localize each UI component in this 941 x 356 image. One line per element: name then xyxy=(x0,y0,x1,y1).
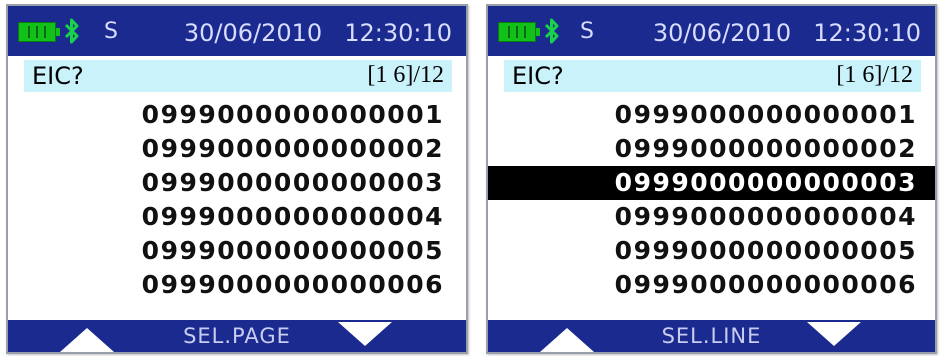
list-item[interactable]: 0999000000000001 xyxy=(488,98,935,132)
bluetooth-icon xyxy=(544,18,559,44)
battery-icon xyxy=(498,22,540,42)
status-bar: S 30/06/2010 12:30:10 xyxy=(488,6,935,56)
prompt-label: EIC? xyxy=(512,62,564,90)
status-letter: S xyxy=(104,19,118,44)
eic-list: 0999000000000001 0999000000000002 099900… xyxy=(488,98,935,302)
date: 30/06/2010 xyxy=(652,19,792,47)
time: 12:30:10 xyxy=(813,19,921,47)
device-screen-left: S 30/06/2010 12:30:10 EIC? [1 6]/12 09990… xyxy=(6,4,468,354)
page-range: [1 6]/12 xyxy=(367,62,444,88)
mode-label: SEL.PAGE xyxy=(183,324,291,348)
prompt-label: EIC? xyxy=(32,62,84,90)
list-item[interactable]: 0999000000000003 xyxy=(8,166,466,200)
list-item[interactable]: 0999000000000004 xyxy=(488,200,935,234)
status-bar: S 30/06/2010 12:30:10 xyxy=(8,6,466,56)
battery-icon xyxy=(18,22,60,42)
list-item[interactable]: 0999000000000002 xyxy=(8,132,466,166)
time: 12:30:10 xyxy=(344,19,452,47)
bluetooth-icon xyxy=(64,18,79,44)
page-range: [1 6]/12 xyxy=(836,62,913,88)
status-letter: S xyxy=(580,19,594,44)
arrow-down-icon[interactable] xyxy=(807,322,861,346)
eic-list: 0999000000000001 0999000000000002 099900… xyxy=(8,98,466,302)
list-item-selected[interactable]: 0999000000000003 xyxy=(488,166,935,200)
device-screen-right: S 30/06/2010 12:30:10 EIC? [1 6]/12 09990… xyxy=(486,4,937,354)
list-item[interactable]: 0999000000000005 xyxy=(8,234,466,268)
list-item[interactable]: 0999000000000005 xyxy=(488,234,935,268)
prompt-row: EIC? [1 6]/12 xyxy=(24,60,452,92)
prompt-row: EIC? [1 6]/12 xyxy=(504,60,921,92)
list-item[interactable]: 0999000000000006 xyxy=(488,268,935,302)
date: 30/06/2010 xyxy=(183,19,323,47)
datetime: 30/06/2010 12:30:10 xyxy=(653,19,921,47)
datetime: 30/06/2010 12:30:10 xyxy=(184,19,452,47)
list-item[interactable]: 0999000000000006 xyxy=(8,268,466,302)
list-item[interactable]: 0999000000000004 xyxy=(8,200,466,234)
list-item[interactable]: 0999000000000002 xyxy=(488,132,935,166)
bottom-bar: SEL.LINE xyxy=(488,320,935,352)
arrow-down-icon[interactable] xyxy=(338,322,392,346)
list-item[interactable]: 0999000000000001 xyxy=(8,98,466,132)
mode-label: SEL.LINE xyxy=(661,324,762,348)
bottom-bar: SEL.PAGE xyxy=(8,320,466,352)
